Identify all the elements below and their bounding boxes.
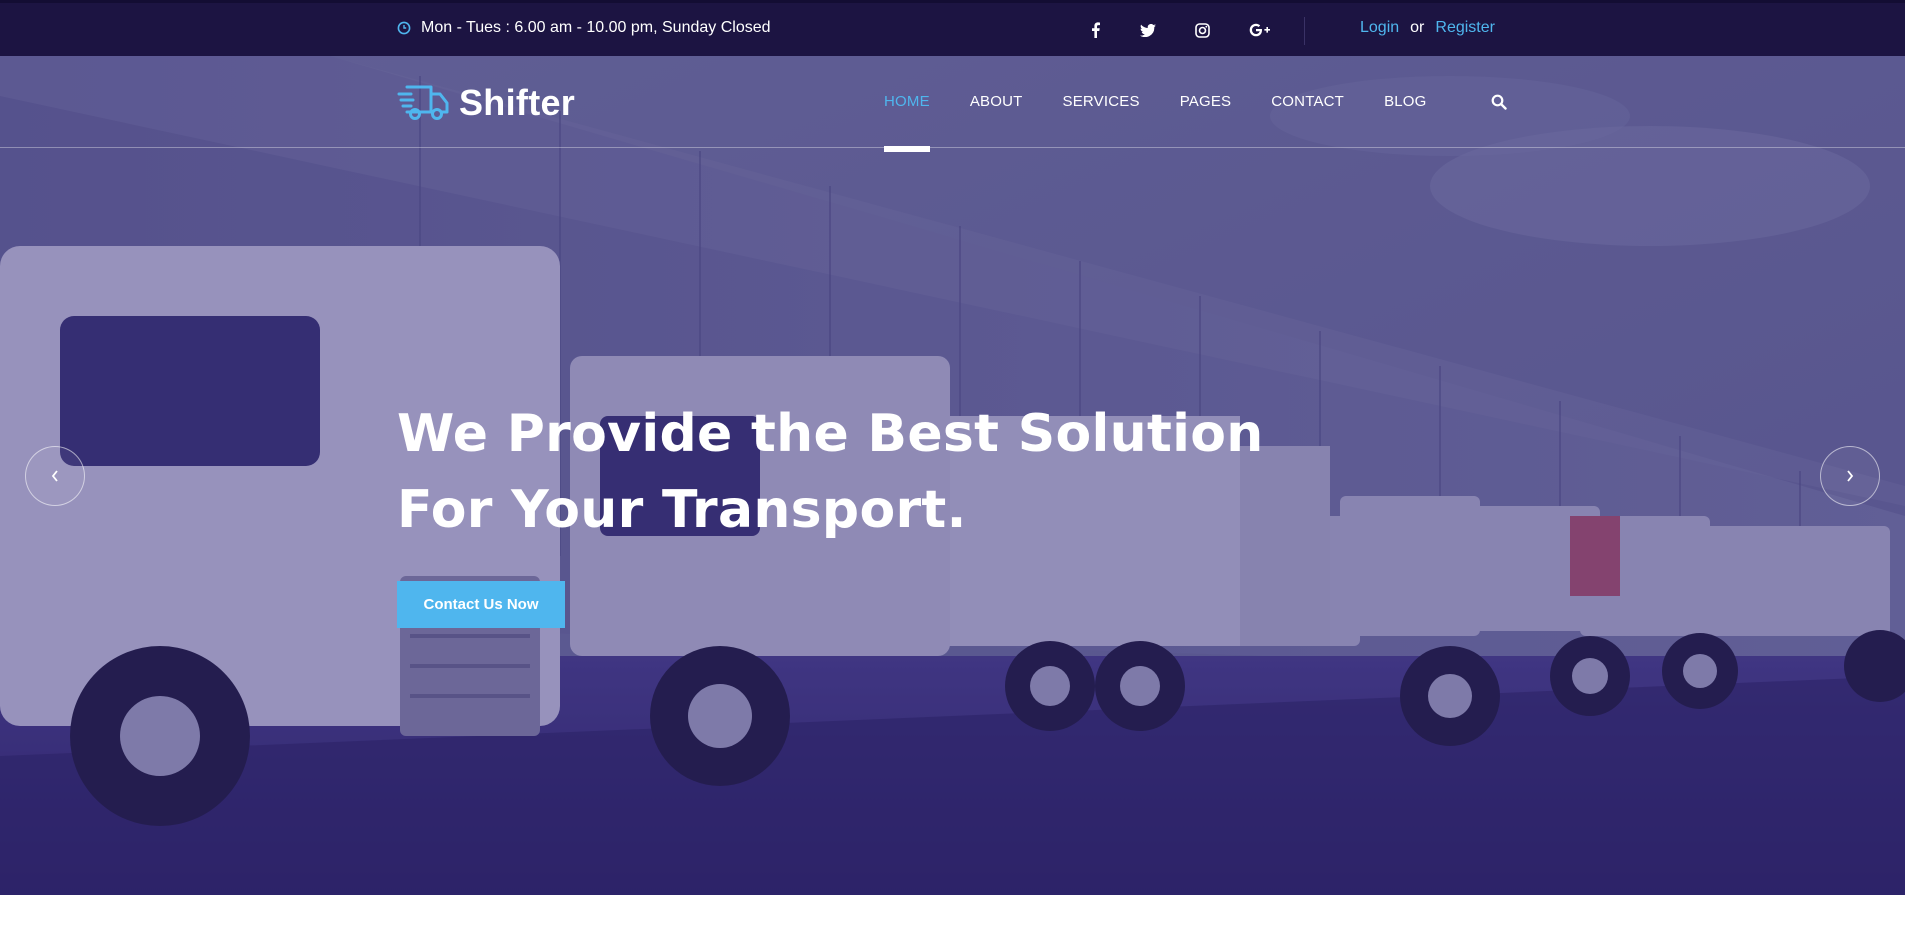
twitter-icon[interactable] xyxy=(1136,18,1160,42)
top-bar: Mon - Tues : 6.00 am - 10.00 pm, Sunday … xyxy=(0,0,1905,56)
main-navigation: HOME ABOUT SERVICES PAGES CONTACT BLOG xyxy=(884,93,1467,152)
hero-headline-line-1: We Provide the Best Solution xyxy=(397,404,1264,464)
nav-home[interactable]: HOME xyxy=(884,93,930,152)
delivery-truck-icon xyxy=(397,85,449,120)
instagram-icon[interactable] xyxy=(1190,18,1214,42)
auth-links: Login or Register xyxy=(1360,19,1495,37)
nav-pages[interactable]: PAGES xyxy=(1180,93,1232,110)
slider-next-button[interactable] xyxy=(1820,446,1880,506)
logo[interactable]: Shifter xyxy=(397,82,575,124)
business-hours-text: Mon - Tues : 6.00 am - 10.00 pm, Sunday … xyxy=(421,19,771,36)
logo-text: Shifter xyxy=(459,82,576,123)
business-hours: Mon - Tues : 6.00 am - 10.00 pm, Sunday … xyxy=(397,19,771,37)
hero-headline: We Provide the Best Solution For Your Tr… xyxy=(397,396,1297,548)
topbar-divider xyxy=(1304,17,1305,45)
nav-about[interactable]: ABOUT xyxy=(970,93,1023,110)
search-icon[interactable] xyxy=(1491,94,1507,115)
nav-contact[interactable]: CONTACT xyxy=(1271,93,1344,110)
google-plus-icon[interactable] xyxy=(1248,18,1272,42)
main-header: Shifter HOME ABOUT SERVICES PAGES CONTAC… xyxy=(0,56,1905,152)
or-separator: or xyxy=(1410,19,1425,36)
login-link[interactable]: Login xyxy=(1360,19,1399,37)
chevron-left-icon xyxy=(51,470,58,482)
slider-prev-button[interactable] xyxy=(25,446,85,506)
facebook-icon[interactable] xyxy=(1083,18,1107,42)
clock-icon xyxy=(397,21,411,35)
contact-us-button[interactable]: Contact Us Now xyxy=(397,581,565,628)
hero-headline-line-2: For Your Transport. xyxy=(397,480,967,540)
nav-blog[interactable]: BLOG xyxy=(1384,93,1426,110)
register-link[interactable]: Register xyxy=(1435,19,1495,37)
nav-services[interactable]: SERVICES xyxy=(1063,93,1140,110)
chevron-right-icon xyxy=(1847,470,1854,482)
hero-slider: Shifter HOME ABOUT SERVICES PAGES CONTAC… xyxy=(0,56,1905,895)
